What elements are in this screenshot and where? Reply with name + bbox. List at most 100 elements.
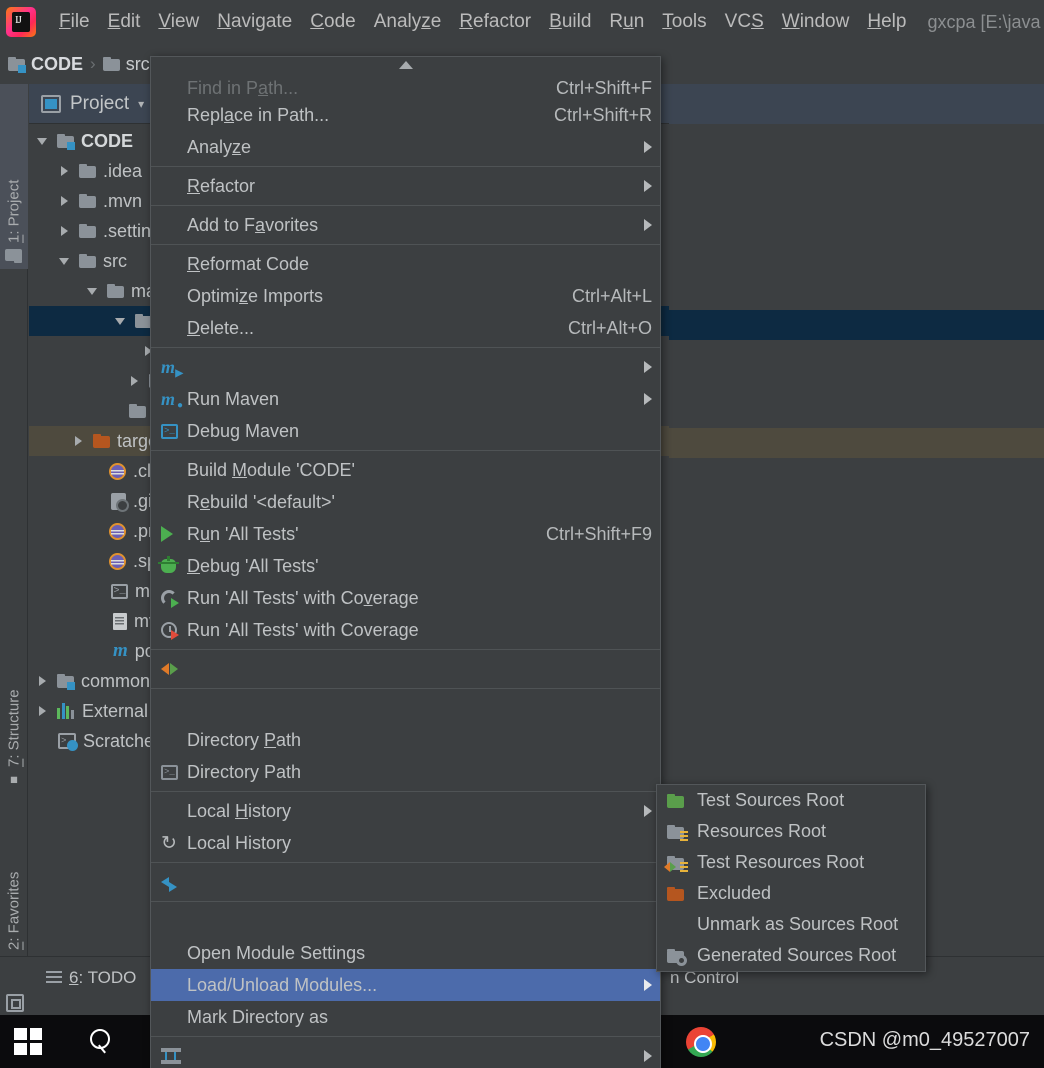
bottom-tab-todo[interactable]: 6: TODO <box>46 968 136 988</box>
bottom-tab-todo-label: 6: TODO <box>69 968 137 987</box>
submenu-item-label: Test Sources Root <box>697 790 845 810</box>
bottom-window-toggle[interactable] <box>6 994 24 1012</box>
submenu-item-resources-root[interactable]: Resources Root <box>657 816 925 847</box>
menu-item-run-maven[interactable]: m ▶ <box>151 351 660 383</box>
windows-start-icon[interactable] <box>14 1028 42 1055</box>
chevron-right-icon[interactable] <box>59 225 72 238</box>
menu-item-find-in-path[interactable]: Find in Path... Ctrl+Shift+F <box>151 73 660 99</box>
menu-item-reload-from-disk[interactable]: ↻ Local History <box>151 827 660 859</box>
menu-file[interactable]: File <box>50 9 99 35</box>
menu-build[interactable]: Build <box>540 9 600 35</box>
chevron-down-icon[interactable]: ▾ <box>138 97 144 111</box>
menu-item-directory-path[interactable]: Directory Path <box>151 724 660 756</box>
menu-item-open-module-settings[interactable] <box>151 905 660 937</box>
submenu-item-test-sources-root[interactable]: Test Sources Root <box>657 785 925 816</box>
menu-item-label: Debug 'All Tests' <box>187 555 319 576</box>
menu-tools[interactable]: Tools <box>653 9 715 35</box>
menu-item-load-unload-modules[interactable]: Open Module Settings <box>151 937 660 969</box>
menu-item-mark-directory-as[interactable]: Load/Unload Modules... <box>151 969 660 1001</box>
menu-separator <box>151 450 660 451</box>
menu-item-delete[interactable]: Delete... Ctrl+Alt+O <box>151 312 660 344</box>
menu-view[interactable]: View <box>149 9 208 35</box>
menu-item-run-with-jfr[interactable]: Run 'All Tests' with Coverage <box>151 614 660 646</box>
excluded-icon <box>667 886 697 901</box>
menu-item-local-history[interactable]: Local History <box>151 795 660 827</box>
menu-item-label: Add to Favorites <box>187 214 319 235</box>
menu-code[interactable]: Code <box>301 9 364 35</box>
menu-item-analyze[interactable]: Analyze <box>151 131 660 163</box>
menu-separator <box>151 166 660 167</box>
chevron-right-icon[interactable] <box>37 705 50 718</box>
chevron-right-icon[interactable] <box>37 675 50 688</box>
menu-item-replace-in-path[interactable]: Replace in Path... Ctrl+Shift+R <box>151 99 660 131</box>
submenu-arrow-icon <box>644 1050 652 1062</box>
folder-icon <box>79 254 96 268</box>
libraries-icon <box>57 703 75 719</box>
submenu-item-test-resources-root[interactable]: Test Resources Root <box>657 847 925 878</box>
menu-navigate[interactable]: Navigate <box>208 9 301 35</box>
menu-window[interactable]: Window <box>773 9 859 35</box>
menu-item-label: Directory Path <box>187 761 302 782</box>
menu-item-open-terminal-maven[interactable]: >_ Debug Maven <box>151 415 660 447</box>
menu-item-debug-maven[interactable]: m ● Run Maven <box>151 383 660 415</box>
menu-item-rebuild[interactable]: Rebuild '<default>' <box>151 486 660 518</box>
chevron-right-icon[interactable] <box>73 435 86 448</box>
google-chrome-icon[interactable] <box>686 1027 716 1057</box>
menu-separator <box>151 347 660 348</box>
submenu-item-unmark-as-sources-root[interactable]: Unmark as Sources Root <box>657 909 925 940</box>
chevron-down-icon[interactable] <box>115 315 128 328</box>
breadcrumb-item-src[interactable]: src <box>102 53 150 75</box>
menu-vcs[interactable]: VCS <box>716 9 773 35</box>
menu-item-refactor[interactable]: Refactor <box>151 170 660 202</box>
menu-item-reformat-code[interactable]: Reformat Code <box>151 248 660 280</box>
breadcrumb-label: CODE <box>31 53 84 74</box>
menu-item-optimize-imports[interactable]: Optimize Imports Ctrl+Alt+L <box>151 280 660 312</box>
menu-item-run-all-tests[interactable]: Run 'All Tests' Ctrl+Shift+F9 <box>151 518 660 550</box>
menu-item-label: Directory Path <box>187 729 302 750</box>
menu-item-compare-with[interactable] <box>151 866 660 898</box>
breadcrumb-item-code[interactable]: CODE <box>8 54 83 75</box>
menu-item-add-to-favorites[interactable]: Add to Favorites <box>151 209 660 241</box>
breadcrumb-label: src <box>125 53 150 74</box>
submenu-item-label: Excluded <box>697 883 772 903</box>
menu-item-build-module[interactable]: Build Module 'CODE' <box>151 454 660 486</box>
chevron-down-icon[interactable] <box>37 135 50 148</box>
submenu-arrow-icon <box>644 219 652 231</box>
menu-item-label: Open Module Settings <box>187 942 366 963</box>
submenu-item-generated-sources-root[interactable]: Generated Sources Root <box>657 940 925 971</box>
menu-run[interactable]: Run <box>600 9 653 35</box>
chevron-right-icon[interactable] <box>59 195 72 208</box>
menu-item-create-all-tests[interactable] <box>151 653 660 685</box>
sidebar-item-project[interactable]: 1: Project <box>0 84 28 269</box>
chevron-down-icon[interactable] <box>87 285 100 298</box>
submenu-item-excluded[interactable]: Excluded <box>657 878 925 909</box>
menu-item-debug-all-tests[interactable]: Debug 'All Tests' <box>151 550 660 582</box>
menu-item-diagrams[interactable] <box>151 1040 660 1068</box>
chevron-right-icon[interactable] <box>59 165 72 178</box>
window-title: gxcpa [E:\java <box>927 11 1041 32</box>
submenu-arrow-icon <box>644 180 652 192</box>
menu-item-show-in-explorer[interactable] <box>151 692 660 724</box>
menu-refactor[interactable]: Refactor <box>450 9 540 35</box>
chevron-right-icon[interactable] <box>129 375 142 388</box>
excluded-folder-icon <box>93 434 110 448</box>
sidebar-item-structure[interactable]: ■ 7: Structure <box>0 604 28 794</box>
scroll-up-arrow-icon[interactable] <box>151 57 660 73</box>
jfr-icon <box>161 622 187 640</box>
scratches-icon: > <box>58 733 78 751</box>
module-folder-icon <box>57 134 75 150</box>
menu-item-label: Optimize Imports <box>187 285 324 306</box>
run-icon <box>161 526 187 542</box>
menu-item-run-with-coverage[interactable]: Run 'All Tests' with Coverage <box>151 582 660 614</box>
menu-help[interactable]: Help <box>858 9 915 35</box>
menu-item-remove-bom[interactable]: Mark Directory as <box>151 1001 660 1033</box>
chevron-down-icon[interactable] <box>59 255 72 268</box>
menu-item-open-in-terminal[interactable]: >_ Directory Path <box>151 756 660 788</box>
maven-run-icon: m ▶ <box>161 356 184 379</box>
tree-item-label: .mvn <box>103 190 143 211</box>
menu-edit[interactable]: Edit <box>99 9 150 35</box>
menu-analyze[interactable]: Analyze <box>365 9 451 35</box>
menu-separator <box>151 791 660 792</box>
search-icon[interactable] <box>88 1029 114 1055</box>
generated-sources-root-icon <box>667 948 697 966</box>
